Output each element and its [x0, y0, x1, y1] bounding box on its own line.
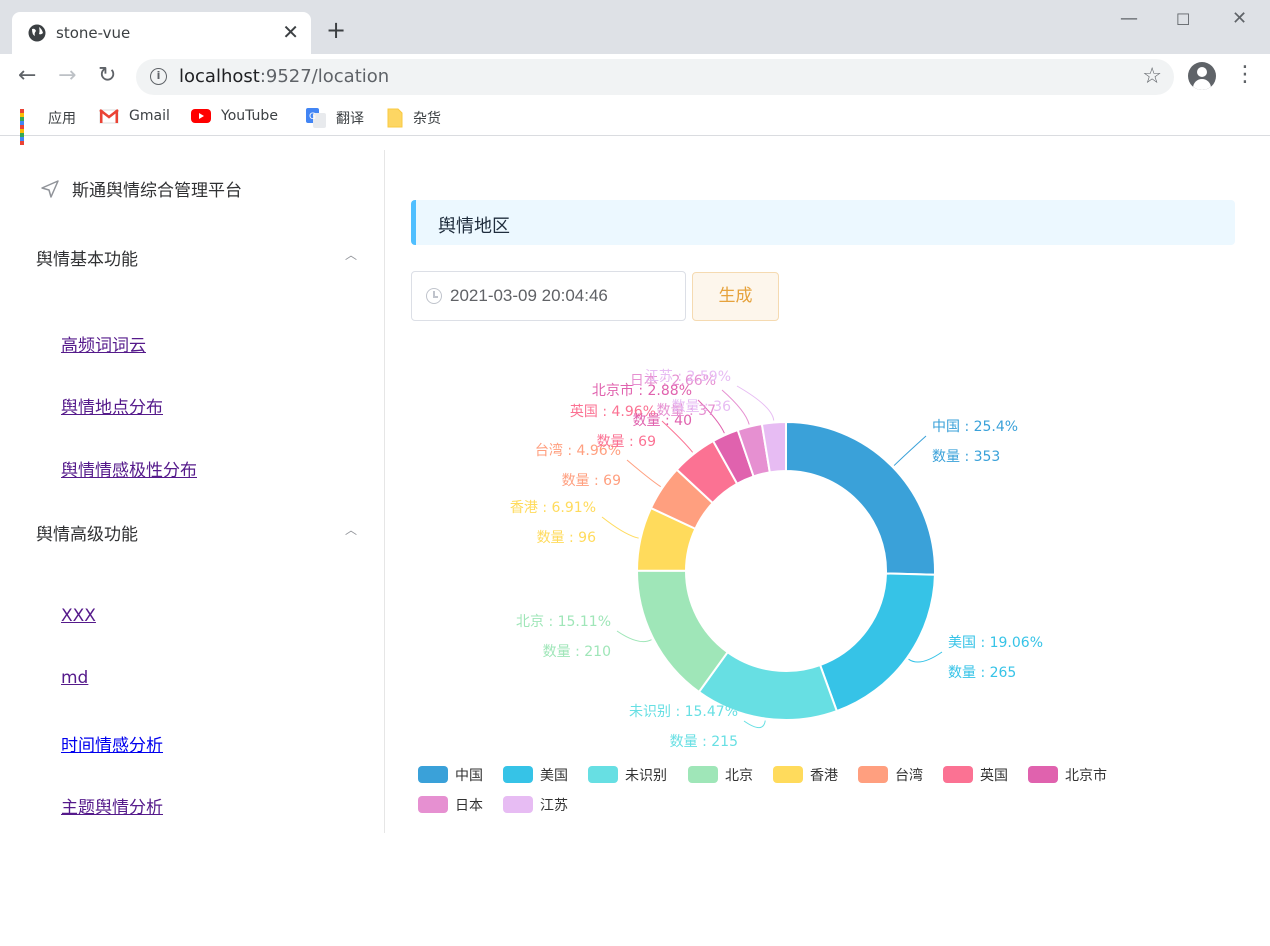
youtube-icon	[191, 109, 211, 123]
browser-menu-icon[interactable]: ⋮	[1234, 64, 1256, 86]
legend-label[interactable]: 未识别	[625, 768, 667, 784]
sidebar-brand[interactable]: 斯通舆情综合管理平台	[40, 176, 242, 201]
slice-label-count: 数量 : 210	[543, 644, 611, 660]
slice-label-count: 数量 : 265	[948, 665, 1016, 681]
bookmark-folder[interactable]: 杂货	[387, 108, 441, 128]
legend-label[interactable]: 北京	[725, 768, 753, 784]
menu-item-sentiment-distribution[interactable]: 舆情情感极性分布	[61, 456, 197, 481]
slice-label-count: 数量 : 353	[932, 449, 1000, 465]
label-leader-line	[743, 720, 766, 729]
bookmarks-bar: 应用 Gmail YouTube G 翻译 杂货	[0, 100, 1270, 145]
legend-label[interactable]: 中国	[455, 768, 483, 784]
back-icon[interactable]: ←	[18, 64, 36, 88]
slice-label-name: 中国 : 25.4%	[932, 419, 1018, 435]
submenu-basic-functions[interactable]: 舆情基本功能	[36, 245, 138, 270]
menu-item-xxx[interactable]: XXX	[61, 606, 96, 626]
donut-slice-0[interactable]	[785, 420, 936, 576]
svg-text:G: G	[309, 112, 316, 122]
menu-item-md[interactable]: md	[61, 668, 88, 688]
close-tab-icon[interactable]: ✕	[282, 21, 299, 43]
chevron-up-icon[interactable]: ︿	[345, 246, 357, 263]
legend-label[interactable]: 日本	[455, 798, 483, 814]
slice-label-count: 数量 : 36	[672, 399, 732, 415]
label-leader-line	[626, 459, 661, 488]
slice-label-count: 数量 : 96	[537, 530, 597, 546]
region-donut-chart: 中国 : 25.4% 数量 : 353 美国 : 19.06% 数量 : 265 未识别…	[418, 369, 1107, 814]
url-text: localhost:9527/location	[179, 66, 390, 87]
legend-label[interactable]: 江苏	[540, 798, 568, 814]
navigation-arrow-icon	[41, 179, 59, 198]
slice-label-name: 香港 : 6.91%	[510, 500, 596, 516]
bookmark-gmail[interactable]: Gmail	[99, 108, 170, 124]
legend-label[interactable]: 北京市	[1065, 767, 1107, 784]
reload-icon[interactable]: ↻	[98, 64, 116, 88]
sidebar: 斯通舆情综合管理平台 舆情基本功能 ︿ 高频词词云 舆情地点分布 舆情情感极性分…	[0, 150, 385, 833]
minimize-icon[interactable]: —	[1120, 8, 1138, 29]
label-leader-line	[601, 516, 639, 539]
legend-swatch[interactable]	[503, 796, 533, 813]
label-leader-line	[893, 435, 927, 466]
legend-swatch[interactable]	[418, 766, 448, 783]
browser-tab[interactable]: stone-vue ✕	[12, 12, 311, 54]
label-leader-line	[736, 385, 775, 421]
browser-toolbar: ← → ↻ i localhost:9527/location ☆ ⋮	[0, 54, 1270, 100]
legend-swatch[interactable]	[418, 796, 448, 813]
slice-label-count: 数量 : 215	[670, 734, 738, 750]
legend-swatch[interactable]	[503, 766, 533, 783]
tab-title: stone-vue	[56, 24, 131, 42]
main-content: 舆情地区 生成 中国 : 25.4%数量 : 353美国 : 19.06%数量 …	[386, 150, 1270, 946]
slice-label-name: 江苏 : 2.59%	[645, 369, 731, 385]
address-bar[interactable]: i localhost:9527/location ☆	[136, 59, 1174, 95]
browser-titlebar: stone-vue ✕ + — ☐ ✕	[0, 0, 1270, 54]
legend-swatch[interactable]	[688, 766, 718, 783]
window-close-icon[interactable]: ✕	[1232, 8, 1247, 29]
bookmark-translate[interactable]: G 翻译	[306, 108, 364, 128]
gmail-icon	[99, 109, 119, 124]
translate-icon: G	[306, 108, 326, 128]
legend-swatch[interactable]	[858, 766, 888, 783]
legend-swatch[interactable]	[1028, 766, 1058, 783]
submenu-advanced-functions[interactable]: 舆情高级功能	[36, 520, 138, 545]
bookmark-star-icon[interactable]: ☆	[1142, 64, 1162, 89]
legend-label[interactable]: 英国	[980, 767, 1008, 784]
maximize-icon[interactable]: ☐	[1176, 10, 1190, 29]
menu-item-topic-analysis[interactable]: 主题舆情分析	[61, 793, 163, 818]
bookmark-youtube[interactable]: YouTube	[191, 108, 278, 124]
legend-label[interactable]: 美国	[540, 768, 568, 784]
info-icon[interactable]: i	[150, 68, 167, 85]
label-leader-line	[616, 630, 652, 643]
slice-label-count: 数量 : 69	[562, 473, 621, 489]
chevron-up-icon[interactable]: ︿	[345, 521, 357, 538]
slice-label-name: 美国 : 19.06%	[948, 635, 1043, 651]
forward-icon[interactable]: →	[58, 64, 76, 88]
menu-item-time-sentiment[interactable]: 时间情感分析	[61, 731, 163, 756]
legend-swatch[interactable]	[588, 766, 618, 783]
bookmark-apps[interactable]: 应用	[20, 108, 76, 145]
menu-item-location-distribution[interactable]: 舆情地点分布	[61, 393, 163, 418]
new-tab-icon[interactable]: +	[326, 18, 346, 42]
legend-label[interactable]: 香港	[810, 768, 838, 784]
globe-icon	[28, 24, 46, 42]
legend-swatch[interactable]	[943, 766, 973, 783]
slice-label-name: 北京 : 15.11%	[516, 614, 611, 630]
legend-swatch[interactable]	[773, 766, 803, 783]
menu-item-word-cloud[interactable]: 高频词词云	[61, 331, 146, 356]
slice-label-name: 未识别 : 15.47%	[629, 704, 738, 720]
legend-label[interactable]: 台湾	[895, 767, 923, 784]
folder-icon	[387, 108, 403, 128]
apps-grid-icon	[20, 109, 38, 145]
label-leader-line	[908, 651, 943, 663]
donut-slice-1[interactable]	[818, 572, 936, 713]
slice-label-count: 数量 : 69	[597, 434, 656, 450]
profile-avatar-icon[interactable]	[1188, 62, 1216, 90]
